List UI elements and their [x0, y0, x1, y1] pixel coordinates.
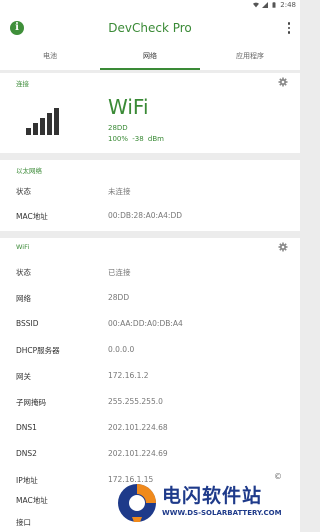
row-label: DNS1	[16, 423, 37, 432]
row-label: 状态	[16, 187, 31, 196]
watermark: 电闪软件站 WWW.DS-SOLARBATTERY.COM	[112, 475, 300, 532]
info-row: DNS1 202.101.224.68	[0, 417, 300, 439]
row-label: MAC地址	[16, 212, 48, 221]
signal-dbm: -38 dBm	[132, 135, 164, 143]
wifi-status-icon	[253, 2, 260, 8]
row-value: 00:AA:DD:A0:DB:A4	[108, 319, 183, 328]
ethernet-card: 以太网络 状态 未连接 MAC地址 00:DB:28:A0:A4:DD	[0, 160, 300, 231]
row-label: DNS2	[16, 449, 37, 458]
gear-icon[interactable]	[278, 77, 288, 87]
info-row: DNS2 202.101.224.69	[0, 443, 300, 465]
signal-bar	[54, 108, 59, 135]
info-row: 状态 未连接	[0, 180, 300, 202]
wifi-header: WiFi	[0, 238, 300, 256]
row-label: BSSID	[16, 319, 39, 328]
wifi-signal-bars-icon	[26, 107, 62, 135]
battery-icon	[272, 2, 276, 8]
connection-strength: 100% -38 dBm	[108, 135, 164, 143]
app-title: DevCheck Pro	[108, 21, 192, 35]
connection-card: 连接 WiFi 28DD 100% -38 dBm	[0, 73, 300, 153]
connection-ssid: 28DD	[108, 124, 128, 132]
ethernet-header: 以太网络	[0, 160, 300, 178]
watermark-title: 电闪软件站	[162, 485, 263, 507]
row-value: 00:DB:28:A0:A4:DD	[108, 211, 182, 220]
info-row: MAC地址 00:DB:28:A0:A4:DD	[0, 205, 300, 227]
row-value: 未连接	[108, 187, 131, 196]
row-value: 255.255.255.0	[108, 397, 163, 406]
signal-bar	[33, 123, 38, 135]
info-row: 网络 28DD	[0, 287, 300, 309]
row-label: 子网掩码	[16, 398, 46, 407]
connection-header: 连接	[0, 73, 300, 91]
signal-bar	[26, 128, 31, 135]
row-value: 28DD	[108, 293, 130, 302]
signal-strength: 100%	[108, 135, 129, 143]
info-row: 网关 172.16.1.2	[0, 365, 300, 387]
row-label: 接口	[16, 518, 31, 527]
info-row: 子网掩码 255.255.255.0	[0, 391, 300, 413]
tab-battery[interactable]: 电池	[0, 44, 100, 70]
row-label: 网关	[16, 372, 31, 381]
ethernet-header-title: 以太网络	[16, 167, 42, 175]
cell-signal-icon	[262, 2, 269, 8]
app-bar: i DevCheck Pro	[0, 12, 300, 44]
wifi-header-title: WiFi	[16, 243, 30, 251]
connection-type: WiFi	[108, 95, 149, 119]
row-label: 状态	[16, 268, 31, 277]
row-value: 已连接	[108, 268, 131, 277]
row-value: 0.0.0.0	[108, 345, 135, 354]
row-value: 202.101.224.68	[108, 423, 168, 432]
row-label: 网络	[16, 294, 31, 303]
tab-bar: 电池 网络 应用程序	[0, 44, 300, 70]
info-row: BSSID 00:AA:DD:A0:DB:A4	[0, 313, 300, 335]
watermark-logo-icon	[118, 484, 156, 522]
connection-header-title: 连接	[16, 80, 29, 88]
tab-apps[interactable]: 应用程序	[200, 44, 300, 70]
gear-icon[interactable]	[278, 242, 288, 252]
row-label: IP地址	[16, 476, 38, 485]
info-row: DHCP服务器 0.0.0.0	[0, 339, 300, 361]
row-value: 172.16.1.2	[108, 371, 149, 380]
row-label: MAC地址	[16, 496, 48, 505]
signal-bar	[47, 113, 52, 135]
status-icons: 2:48	[253, 1, 296, 9]
info-row: 状态 已连接	[0, 261, 300, 283]
signal-bar	[40, 118, 45, 135]
status-time: 2:48	[280, 1, 296, 9]
row-value: 202.101.224.69	[108, 449, 168, 458]
watermark-url: WWW.DS-SOLARBATTERY.COM	[162, 509, 282, 517]
more-options-icon[interactable]	[284, 19, 294, 37]
status-bar: 2:48	[0, 0, 300, 12]
tab-network[interactable]: 网络	[100, 44, 200, 70]
row-label: DHCP服务器	[16, 346, 60, 355]
